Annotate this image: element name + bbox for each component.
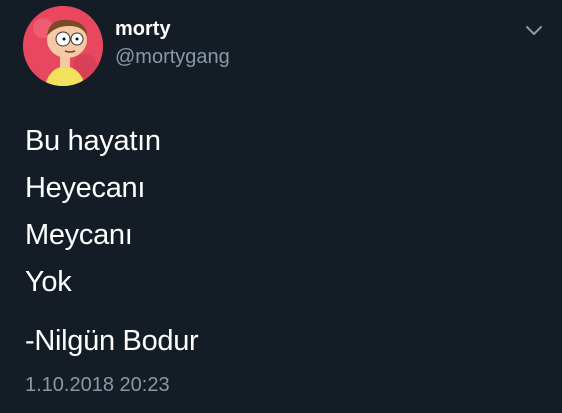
tweet-line: Heyecanı: [25, 172, 146, 204]
user-handle[interactable]: @mortygang: [115, 45, 230, 69]
tweet-line: Meycanı: [25, 219, 133, 251]
tweet-text: Bu hayatın Heyecanı Meycanı Yok: [25, 118, 545, 306]
morty-avatar-icon: [23, 6, 103, 86]
chevron-down-icon[interactable]: [524, 24, 544, 38]
tweet-signature: -Nilgün Bodur: [25, 325, 199, 357]
tweet-card: morty @mortygang Bu hayatın Heyecanı Mey…: [0, 0, 562, 413]
display-name[interactable]: morty: [115, 17, 171, 41]
tweet-timestamp[interactable]: 1.10.2018 20:23: [25, 373, 170, 397]
avatar[interactable]: [23, 6, 103, 86]
tweet-line: Bu hayatın: [25, 125, 161, 157]
tweet-line: Yok: [25, 266, 72, 298]
